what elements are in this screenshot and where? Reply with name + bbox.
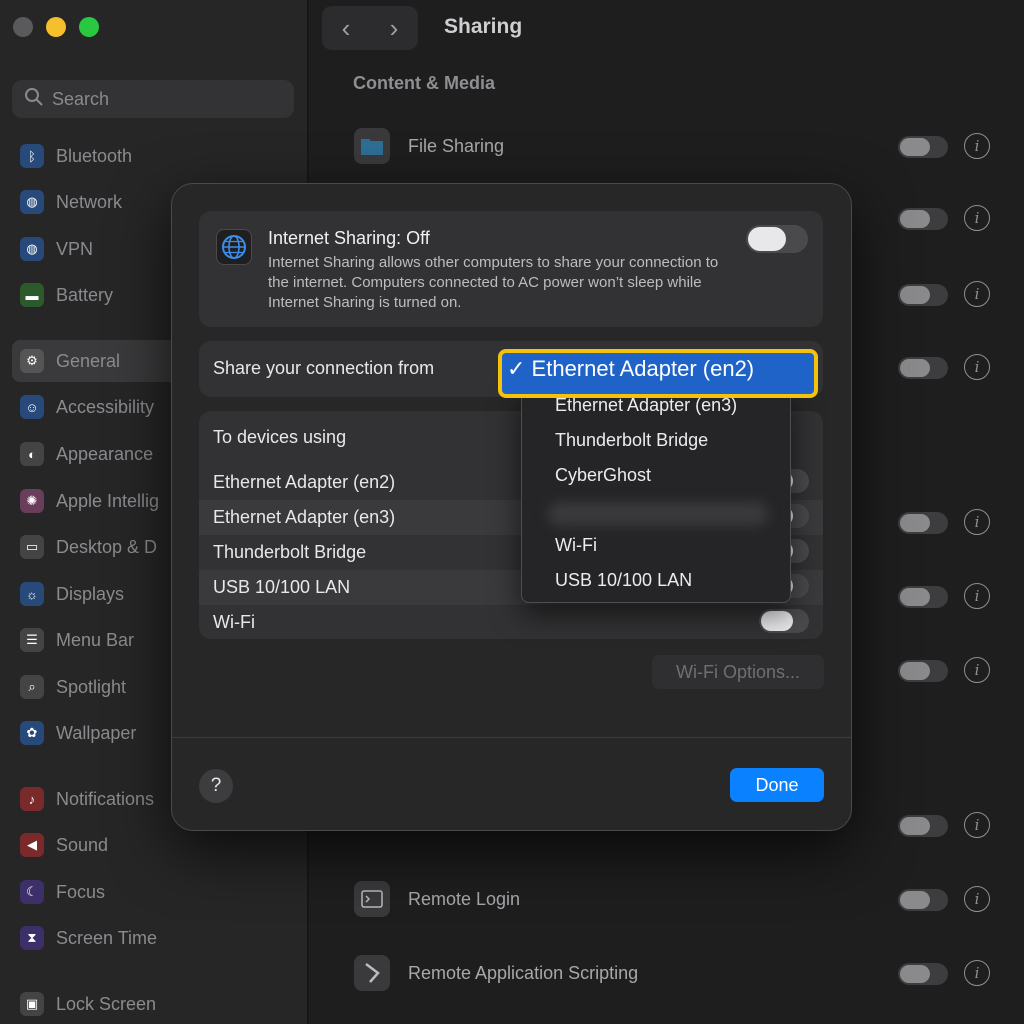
hourglass-icon: ⧗ — [20, 926, 44, 950]
device-toggle[interactable] — [759, 609, 809, 633]
sidebar-item-focus[interactable]: ☾ Focus — [12, 871, 302, 913]
share-from-label: Share your connection from — [213, 358, 435, 378]
service-toggle[interactable] — [898, 208, 948, 230]
service-toggle[interactable] — [898, 512, 948, 534]
remote-login-toggle[interactable] — [898, 889, 948, 911]
menu-item-usb-lan[interactable]: USB 10/100 LAN — [555, 570, 692, 591]
info-icon[interactable]: i — [964, 583, 990, 609]
gear-icon: ⚙ — [20, 349, 44, 373]
menu-item-redacted[interactable] — [548, 502, 768, 526]
info-icon[interactable]: i — [964, 281, 990, 307]
lock-icon: ▣ — [20, 992, 44, 1016]
sidebar-item-lock-screen[interactable]: ▣ Lock Screen — [12, 983, 302, 1024]
help-button[interactable]: ? — [199, 769, 233, 803]
divider — [172, 737, 851, 738]
close-window-button[interactable] — [13, 17, 33, 37]
file-sharing-toggle[interactable] — [898, 136, 948, 158]
selected-item-label: ✓ Ethernet Adapter (en2) — [507, 356, 755, 381]
menu-item-thunderbolt-bridge[interactable]: Thunderbolt Bridge — [555, 430, 708, 451]
accessibility-icon: ☺ — [20, 395, 44, 419]
folder-icon — [354, 128, 390, 164]
section-title: Content & Media — [353, 73, 495, 93]
flower-icon: ✿ — [20, 721, 44, 745]
service-toggle[interactable] — [898, 660, 948, 682]
internet-sharing-title: Internet Sharing: Off — [268, 228, 430, 248]
terminal-icon — [354, 881, 390, 917]
devices-label: To devices using — [213, 427, 347, 447]
minimize-window-button[interactable] — [46, 17, 66, 37]
sun-icon: ☼ — [20, 582, 44, 606]
speaker-icon: ◀ — [20, 833, 44, 857]
sidebar-item-screen-time[interactable]: ⧗ Screen Time — [12, 917, 302, 959]
info-icon[interactable]: i — [964, 509, 990, 535]
menu-item-ethernet-en2-selected[interactable]: ✓ Ethernet Adapter (en2) — [498, 349, 818, 398]
apple-intelligence-icon: ✺ — [20, 489, 44, 513]
info-icon[interactable]: i — [964, 205, 990, 231]
menu-item-wifi[interactable]: Wi-Fi — [555, 535, 597, 556]
info-icon[interactable]: i — [964, 812, 990, 838]
menu-item-cyberghost[interactable]: CyberGhost — [555, 465, 651, 486]
globe-icon: ◍ — [20, 190, 44, 214]
search-field[interactable]: Search — [12, 80, 294, 118]
zoom-window-button[interactable] — [79, 17, 99, 37]
service-toggle[interactable] — [898, 586, 948, 608]
back-button[interactable]: ‹ — [322, 13, 370, 44]
search-icon — [24, 87, 52, 112]
device-row-wifi[interactable]: Wi-Fi — [199, 605, 823, 640]
forward-button[interactable]: › — [370, 13, 418, 44]
menu-item-ethernet-en3[interactable]: Ethernet Adapter (en3) — [555, 395, 737, 416]
script-icon — [354, 955, 390, 991]
search-placeholder: Search — [52, 88, 110, 109]
bell-icon: ♪ — [20, 787, 44, 811]
info-icon[interactable]: i — [964, 133, 990, 159]
nav-buttons: ‹ › — [322, 6, 418, 50]
desktop-dock-icon: ▭ — [20, 535, 44, 559]
vpn-globe-icon: ◍ — [20, 237, 44, 261]
appearance-icon: ◐ — [20, 442, 44, 466]
bluetooth-icon: ᛒ — [20, 144, 44, 168]
sidebar-item-bluetooth[interactable]: ᛒ Bluetooth — [12, 135, 302, 177]
service-toggle[interactable] — [898, 284, 948, 306]
menu-bar-icon: ☰ — [20, 628, 44, 652]
info-icon[interactable]: i — [964, 657, 990, 683]
battery-icon: ▬ — [20, 283, 44, 307]
service-toggle[interactable] — [898, 357, 948, 379]
moon-icon: ☾ — [20, 880, 44, 904]
info-icon[interactable]: i — [964, 960, 990, 986]
internet-sharing-toggle[interactable] — [746, 225, 808, 253]
info-icon[interactable]: i — [964, 886, 990, 912]
service-toggle[interactable] — [898, 815, 948, 837]
magnifier-icon: ⌕ — [20, 675, 44, 699]
globe-icon — [216, 229, 252, 265]
page-title: Sharing — [444, 15, 523, 38]
internet-sharing-description: Internet Sharing allows other computers … — [268, 254, 719, 311]
remote-scripting-toggle[interactable] — [898, 963, 948, 985]
done-button[interactable]: Done — [730, 768, 824, 802]
wifi-options-button[interactable]: Wi-Fi Options... — [652, 655, 824, 689]
info-icon[interactable]: i — [964, 354, 990, 380]
